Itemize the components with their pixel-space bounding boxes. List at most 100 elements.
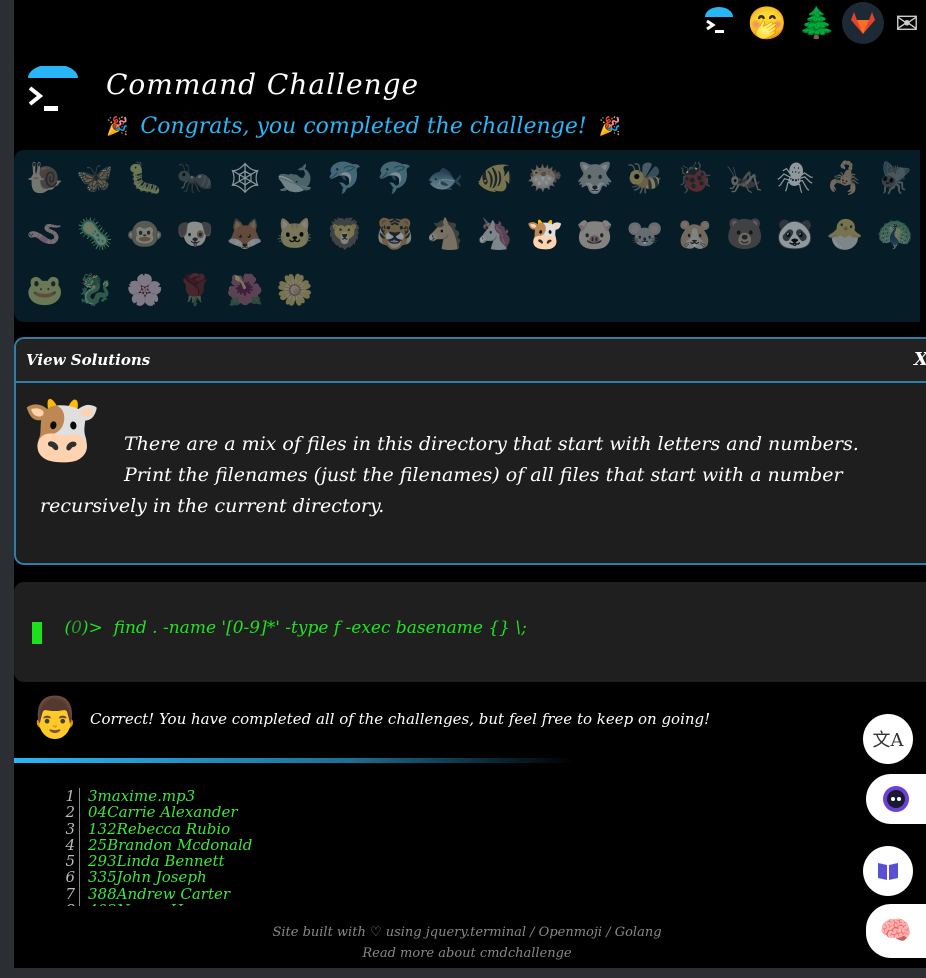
challenge-animal-icon[interactable]: 🌺 <box>220 266 270 316</box>
footer: Site built with ♡ using jquery.terminal … <box>14 922 920 964</box>
challenge-animal-icon[interactable]: 🦁 <box>320 210 370 260</box>
party-popper-icon: 🎉 <box>106 116 129 137</box>
footer-credits[interactable]: Site built with ♡ using jquery.terminal … <box>14 922 920 943</box>
tree-icon[interactable]: 🌲 <box>796 2 838 44</box>
browser-bottom-edge <box>0 968 926 978</box>
output-filename: 3maxime.mp3 <box>88 788 196 805</box>
challenge-animal-icon[interactable]: 🐸 <box>20 266 70 316</box>
output-row: 7 388Andrew Carter <box>54 884 252 903</box>
challenge-animal-icon[interactable]: 🦂 <box>820 154 870 204</box>
challenge-animal-icon[interactable]: 🐼 <box>770 210 820 260</box>
result-message: 👨 Correct! You have completed all of the… <box>14 690 926 754</box>
terminal-logo-icon[interactable] <box>698 2 740 44</box>
challenge-animal-icon[interactable]: 🐯 <box>370 210 420 260</box>
terminal[interactable]: (0)> find . -name '[0-9]*' -type f -exec… <box>14 582 926 682</box>
challenge-animal-icon[interactable]: 🐣 <box>820 210 870 260</box>
assistant-icon[interactable] <box>866 774 926 824</box>
line-number: 5 <box>54 853 80 869</box>
view-solutions-header[interactable]: View Solutions X <box>16 339 926 383</box>
output-filename: 335John Joseph <box>88 868 207 887</box>
challenge-animal-icon[interactable]: 🐹 <box>670 210 720 260</box>
shush-face-icon[interactable]: 🤭 <box>746 2 788 44</box>
reader-icon[interactable] <box>863 846 913 896</box>
challenge-animal-grid: 🐌 🦋 🐛 🐜 🕸 🐋 🐬 🐬 🐟 🐠 🐡 🐺 🐝 🐞 🦗 🕷 🦂 🪰 🪱 🦠 🐵 🐶 🦊 🐱 🦁 🐯 🐴 🦄 🐮 🐷 🐭 🐹 🐻 🐼 🐣 🦚 🐸 🐉… <box>14 150 920 322</box>
challenge-animal-icon[interactable]: 🐱 <box>270 210 320 260</box>
challenge-animal-icon[interactable]: 🪰 <box>870 154 920 204</box>
output-filename: 388Andrew Carter <box>88 884 231 903</box>
challenge-animal-icon[interactable]: 🐴 <box>420 210 470 260</box>
line-number: 4 <box>54 837 80 853</box>
challenge-text-line1: There are a mix of files in this directo… <box>124 433 859 455</box>
output-filename: 402Nancy Hoo <box>80 902 201 906</box>
challenge-animal-icon[interactable]: 🦠 <box>70 210 120 260</box>
challenge-animal-icon[interactable]: 🌸 <box>120 266 170 316</box>
challenge-animal-icon[interactable]: 🐶 <box>170 210 220 260</box>
output-filename: 25Brandon Mcdonald <box>88 835 253 854</box>
command-output: 1 3maxime.mp3 2 04Carrie Alexander 3 132Rebec… <box>54 788 252 906</box>
challenge-animal-icon[interactable]: 🌹 <box>170 266 220 316</box>
challenge-animal-icon[interactable]: 🐬 <box>370 154 420 204</box>
page-title: Command Challenge <box>106 68 420 101</box>
output-row: 2 04Carrie Alexander <box>54 803 252 822</box>
challenge-animal-icon[interactable]: 🐵 <box>120 210 170 260</box>
brain-icon[interactable]: 🧠 <box>866 904 926 958</box>
challenge-animal-icon[interactable]: 🦚 <box>870 210 920 260</box>
line-number: 3 <box>54 820 80 837</box>
output-filename: 04Carrie Alexander <box>88 803 238 822</box>
site-logo-icon[interactable] <box>26 64 80 120</box>
challenge-animal-icon[interactable]: 🐡 <box>520 154 570 204</box>
challenge-animal-icon[interactable]: 🕸 <box>220 154 270 204</box>
challenge-animal-icon[interactable]: 🐋 <box>270 154 320 204</box>
challenge-animal-icon[interactable]: 🐉 <box>70 266 120 316</box>
challenge-animal-icon[interactable]: 🦊 <box>220 210 270 260</box>
man-avatar-icon: 👨 <box>30 695 80 741</box>
output-filename: 132Rebecca Rubio <box>88 819 231 838</box>
footer-read-more-link[interactable]: Read more about cmdchallenge <box>14 943 920 964</box>
challenge-animal-icon[interactable]: 🦗 <box>720 154 770 204</box>
terminal-command-line[interactable]: (0)> find . -name '[0-9]*' -type f -exec… <box>32 598 526 658</box>
mail-icon[interactable]: ✉ <box>886 2 926 44</box>
challenge-animal-icon[interactable]: 🦄 <box>470 210 520 260</box>
challenge-animal-icon[interactable]: 🐻 <box>720 210 770 260</box>
challenge-animal-icon[interactable]: 🐭 <box>620 210 670 260</box>
result-text: Correct! You have completed all of the c… <box>90 710 711 728</box>
output-filename: 293Linda Bennett <box>88 852 225 871</box>
terminal-cursor <box>32 622 42 644</box>
challenge-animal-icon[interactable]: 🐬 <box>320 154 370 204</box>
output-row: 3 132Rebecca Rubio <box>54 819 252 838</box>
challenge-animal-icon[interactable]: 🐜 <box>170 154 220 204</box>
challenge-animal-icon[interactable]: 🐞 <box>670 154 720 204</box>
challenge-animal-icon[interactable]: 🐛 <box>120 154 170 204</box>
gitlab-icon[interactable] <box>842 2 884 44</box>
output-row: 1 3maxime.mp3 <box>54 788 252 804</box>
line-number: 7 <box>54 885 80 902</box>
congrats-text: Congrats, you completed the challenge! <box>140 114 587 139</box>
challenge-animal-icon[interactable]: 🦋 <box>70 154 120 204</box>
challenge-animal-icon[interactable]: 🐺 <box>570 154 620 204</box>
line-number: 2 <box>54 804 80 821</box>
close-icon[interactable]: X <box>914 349 926 370</box>
output-row: 5 293Linda Bennett <box>54 852 252 871</box>
challenge-text-line2: Print the filenames (just the filenames)… <box>40 464 843 517</box>
party-popper-icon: 🎉 <box>598 116 622 137</box>
challenge-animal-icon[interactable]: 🐟 <box>420 154 470 204</box>
line-number: 6 <box>54 869 80 886</box>
challenge-animal-icon[interactable]: 🐝 <box>620 154 670 204</box>
challenge-animal-icon[interactable]: 🌼 <box>270 266 320 316</box>
output-row: 6 335John Joseph <box>54 868 252 887</box>
line-number: 8 <box>54 902 80 906</box>
solutions-panel: View Solutions X 🐮 There are a mix of fi… <box>14 337 926 565</box>
challenge-animal-icon[interactable]: 🕷 <box>770 154 820 204</box>
line-number: 1 <box>54 788 80 804</box>
terminal-prompt: (0)> <box>64 618 103 638</box>
challenge-animal-icon[interactable]: 🪱 <box>20 210 70 260</box>
translate-icon[interactable]: 文A <box>863 714 913 764</box>
challenge-animal-icon[interactable]: 🐮 <box>520 210 570 260</box>
view-solutions-label: View Solutions <box>26 351 151 369</box>
page: 🤭 🌲 ✉ Command Challenge 🎉 Congrats, you … <box>14 0 926 968</box>
challenge-animal-icon[interactable]: 🐷 <box>570 210 620 260</box>
output-row: 4 25Brandon Mcdonald <box>54 835 253 854</box>
browser-left-edge <box>0 0 14 978</box>
challenge-animal-icon[interactable]: 🐠 <box>470 154 520 204</box>
challenge-animal-icon[interactable]: 🐌 <box>20 154 70 204</box>
